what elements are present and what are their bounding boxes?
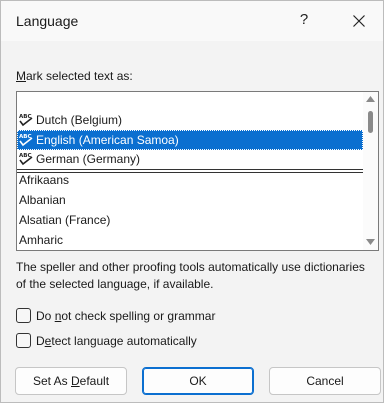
close-button[interactable] bbox=[339, 5, 379, 37]
language-dialog: Language ? Mark selected text as: ABC Du… bbox=[0, 0, 384, 403]
scroll-up-arrow-icon[interactable] bbox=[366, 96, 375, 102]
do-not-check-spelling-option[interactable]: Do not check spelling or grammar bbox=[16, 308, 256, 326]
help-button[interactable]: ? bbox=[289, 5, 319, 37]
scrollbar-thumb[interactable] bbox=[368, 111, 373, 133]
title-bar: Language ? bbox=[1, 1, 383, 41]
list-item-german-germany[interactable]: ABC German (Germany) bbox=[17, 149, 363, 169]
list-item-amharic[interactable]: Amharic bbox=[17, 230, 363, 250]
spellcheck-icon: ABC bbox=[19, 153, 33, 166]
ok-button[interactable]: OK bbox=[142, 367, 254, 395]
language-list: ABC Dutch (Belgium) ABC English (America… bbox=[17, 92, 363, 250]
list-item-alsatian-france[interactable]: Alsatian (France) bbox=[17, 210, 363, 230]
detect-language-label: Detect language automatically bbox=[36, 334, 197, 348]
cancel-button[interactable]: Cancel bbox=[269, 367, 381, 395]
do-not-check-spelling-checkbox[interactable] bbox=[16, 308, 31, 323]
do-not-check-spelling-label: Do not check spelling or grammar bbox=[36, 309, 216, 323]
spellcheck-icon: ABC bbox=[19, 114, 33, 127]
list-item-dutch-belgium[interactable]: ABC Dutch (Belgium) bbox=[17, 110, 363, 130]
scroll-down-arrow-icon[interactable] bbox=[366, 239, 375, 245]
detect-language-checkbox[interactable] bbox=[16, 333, 31, 348]
list-item-english-american-samoa[interactable]: ABC English (American Samoa) bbox=[17, 130, 363, 150]
list-item-afrikaans[interactable]: Afrikaans bbox=[17, 170, 363, 190]
list-item-albanian[interactable]: Albanian bbox=[17, 190, 363, 210]
vertical-scrollbar[interactable] bbox=[363, 92, 378, 250]
spellcheck-icon: ABC bbox=[19, 134, 33, 147]
set-as-default-button[interactable]: Set As Default bbox=[15, 367, 127, 395]
close-icon bbox=[353, 15, 365, 27]
proofing-description: The speller and other proofing tools aut… bbox=[16, 260, 365, 291]
mark-selected-text-label: Mark selected text as: bbox=[16, 69, 133, 83]
dialog-title: Language bbox=[16, 13, 79, 29]
detect-language-option[interactable]: Detect language automatically bbox=[16, 333, 236, 351]
language-listbox[interactable]: ABC Dutch (Belgium) ABC English (America… bbox=[16, 91, 379, 251]
